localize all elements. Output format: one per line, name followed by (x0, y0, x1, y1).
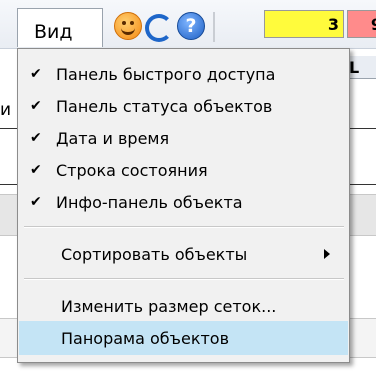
menu-item-resize-grids[interactable]: Изменить размер сеток... (19, 289, 348, 323)
checkmark-icon: ✔ (30, 162, 42, 178)
submenu-arrow-icon (324, 249, 330, 259)
checkmark-icon: ✔ (30, 194, 42, 210)
help-icon[interactable]: ? (177, 12, 205, 40)
menu-item-object-status-panel[interactable]: ✔ Панель статуса объектов (19, 89, 348, 123)
menubar: Вид ? 3 9 (0, 0, 376, 49)
counter-badge-red: 9 (347, 10, 376, 38)
background-text: и (0, 100, 12, 120)
smiley-icon[interactable] (114, 12, 142, 40)
menu-item-label: Дата и время (56, 129, 170, 148)
checkmark-icon: ✔ (30, 98, 42, 114)
menu-separator (24, 226, 344, 228)
refresh-icon[interactable] (145, 14, 173, 42)
view-menu-label: Вид (34, 21, 73, 43)
menu-item-date-time[interactable]: ✔ Дата и время (19, 121, 348, 155)
menu-item-objects-panorama[interactable]: Панорама объектов (19, 321, 348, 355)
menu-item-sort-objects[interactable]: Сортировать объекты (19, 237, 348, 271)
toolbar-separator (213, 12, 215, 42)
menu-item-label: Сортировать объекты (61, 245, 248, 264)
view-dropdown-menu: ✔ Панель быстрого доступа ✔ Панель стату… (17, 48, 350, 363)
menu-item-label: Изменить размер сеток... (61, 297, 277, 316)
menu-item-label: Инфо-панель объекта (56, 193, 243, 212)
menu-item-status-bar[interactable]: ✔ Строка состояния (19, 153, 348, 187)
counter-badge-yellow: 3 (264, 10, 344, 38)
menu-item-object-info-panel[interactable]: ✔ Инфо-панель объекта (19, 185, 348, 219)
menu-item-label: Панорама объектов (61, 329, 230, 348)
view-menu-button[interactable]: Вид (17, 8, 103, 47)
column-header-label: L (349, 58, 360, 77)
menu-item-label: Строка состояния (56, 161, 208, 180)
menu-item-label: Панель статуса объектов (56, 97, 273, 116)
menu-item-label: Панель быстрого доступа (56, 65, 276, 84)
checkmark-icon: ✔ (30, 130, 42, 146)
menu-item-quick-access-panel[interactable]: ✔ Панель быстрого доступа (19, 57, 348, 91)
checkmark-icon: ✔ (30, 66, 42, 82)
menu-separator (24, 278, 344, 280)
